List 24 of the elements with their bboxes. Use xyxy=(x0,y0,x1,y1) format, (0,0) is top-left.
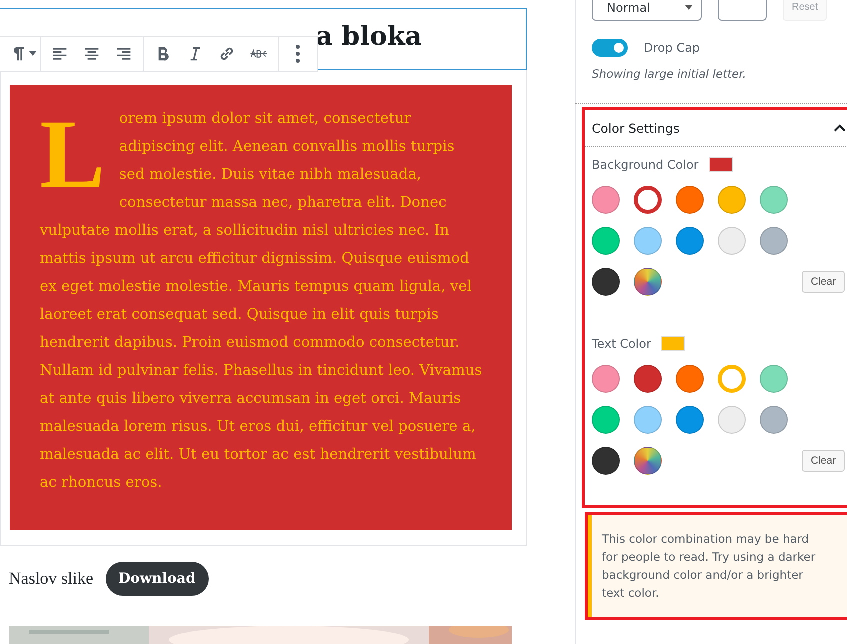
clear-button[interactable]: Clear xyxy=(802,450,846,472)
font-size-select[interactable]: Normal xyxy=(592,0,702,21)
help-text: Showing large initial letter. xyxy=(591,66,748,81)
current-color-indicator xyxy=(661,336,686,351)
contrast-warning: This color combination may be hard for people to read. Try using a darker background color and/or a brighter text color. xyxy=(588,515,847,617)
current-color-indicator xyxy=(708,157,733,172)
clear-button[interactable]: Clear xyxy=(802,271,846,293)
image-caption: Naslov slike xyxy=(9,569,94,589)
more-icon xyxy=(296,45,300,63)
heading-text: a bloka xyxy=(316,22,422,52)
panel-title: Color Settings xyxy=(592,120,680,136)
toggle-label: Drop Cap xyxy=(644,41,700,55)
caret-icon xyxy=(685,5,693,10)
custom-color-button[interactable] xyxy=(634,268,662,296)
color-swatch[interactable] xyxy=(634,186,662,214)
color-swatch[interactable] xyxy=(718,365,746,393)
drop-cap-toggle[interactable] xyxy=(592,39,628,57)
chevron-icon[interactable] xyxy=(834,124,846,132)
caret-icon[interactable] xyxy=(29,51,37,57)
color-label: Text Color xyxy=(592,336,652,350)
font-size-input[interactable] xyxy=(718,0,767,21)
color-label: Background Color xyxy=(592,158,699,172)
download-button[interactable]: Download xyxy=(106,562,209,596)
custom-color-button[interactable] xyxy=(634,447,662,475)
